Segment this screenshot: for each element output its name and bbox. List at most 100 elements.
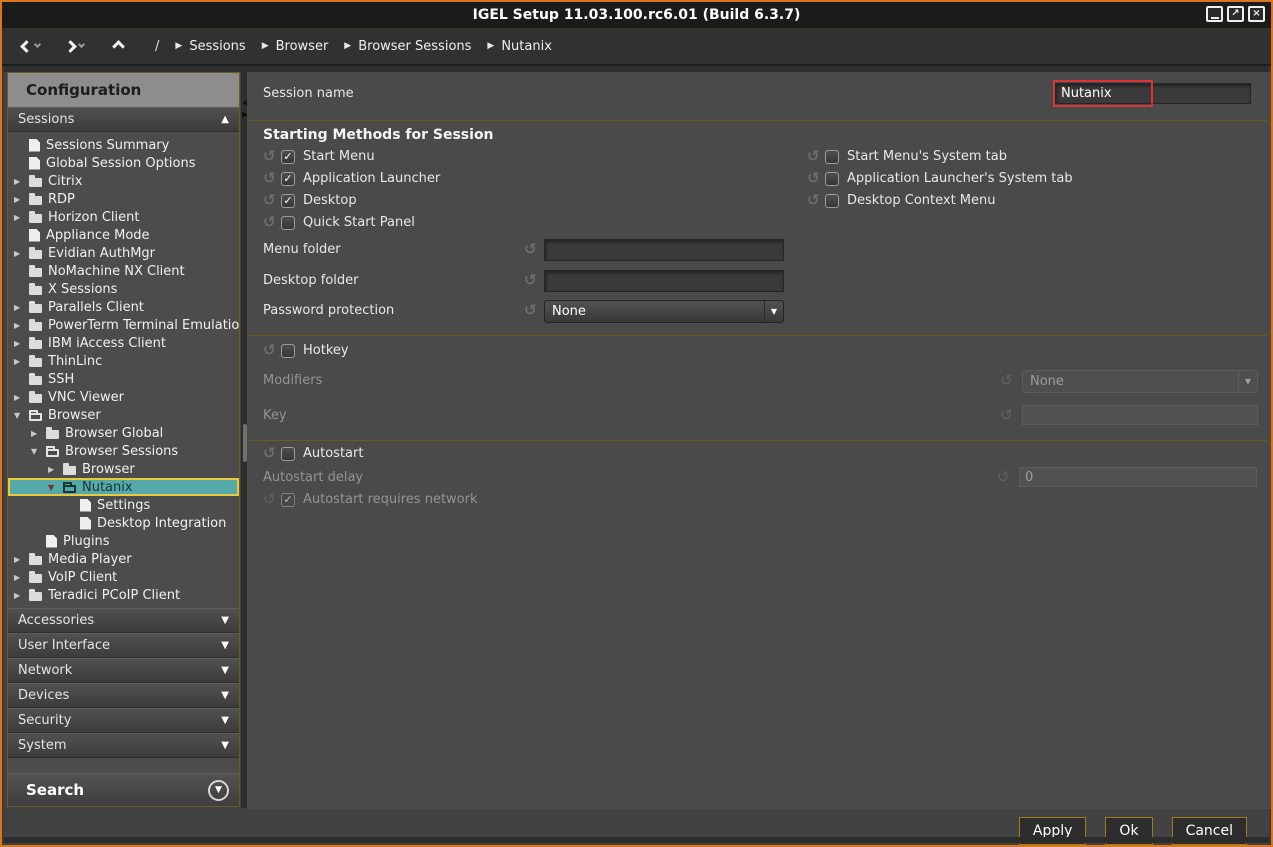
checkbox-label: Desktop Context Menu — [847, 193, 996, 208]
tree-item-label: SSH — [48, 372, 74, 387]
tree-item-global-session-options[interactable]: Global Session Options — [8, 154, 239, 172]
hotkey-checkbox[interactable] — [281, 344, 295, 358]
chevron-right-icon[interactable]: ▶ — [14, 177, 29, 186]
sidebar-sections: Accessories▼User Interface▼Network▼Devic… — [8, 608, 239, 758]
reset-icon[interactable]: ↺ — [524, 242, 542, 257]
desktop-checkbox[interactable]: ✓ — [281, 194, 295, 208]
section-label: Devices — [18, 688, 221, 703]
chevron-right-icon[interactable]: ▶ — [14, 339, 29, 348]
chevron-right-icon[interactable]: ▶ — [31, 429, 46, 438]
desktop-folder-input[interactable] — [544, 270, 784, 292]
tree-item-powerterm-terminal-emulation[interactable]: ▶PowerTerm Terminal Emulation — [8, 316, 239, 334]
chevron-right-icon[interactable]: ▶ — [14, 555, 29, 564]
reset-icon[interactable]: ↺ — [263, 171, 281, 186]
tree-item-settings[interactable]: Settings — [8, 496, 239, 514]
tree-item-horizon-client[interactable]: ▶Horizon Client — [8, 208, 239, 226]
reset-icon[interactable]: ↺ — [263, 343, 281, 358]
section-devices[interactable]: Devices▼ — [8, 683, 239, 708]
chevron-right-icon[interactable]: ▶ — [14, 573, 29, 582]
session-name-input[interactable] — [1055, 83, 1251, 104]
password-protection-dropdown[interactable]: None ▼ — [544, 300, 784, 323]
tree-item-teradici-pcoip-client[interactable]: ▶Teradici PCoIP Client — [8, 586, 239, 604]
section-accessories[interactable]: Accessories▼ — [8, 608, 239, 633]
menu-folder-input[interactable] — [544, 239, 784, 261]
search-expand-icon[interactable]: ▼ — [208, 780, 229, 801]
tree-item-media-player[interactable]: ▶Media Player — [8, 550, 239, 568]
chevron-right-icon[interactable]: ▶ — [14, 249, 29, 258]
tree-item-ibm-iaccess-client[interactable]: ▶IBM iAccess Client — [8, 334, 239, 352]
start-menu-checkbox[interactable]: ✓ — [281, 150, 295, 164]
reset-icon[interactable]: ↺ — [263, 193, 281, 208]
section-security[interactable]: Security▼ — [8, 708, 239, 733]
chevron-right-icon[interactable]: ▶ — [48, 465, 63, 474]
tree-item-sessions-summary[interactable]: Sessions Summary — [8, 136, 239, 154]
reset-icon[interactable]: ↺ — [263, 446, 281, 461]
application-launcher-s-system-tab-checkbox[interactable] — [825, 172, 839, 186]
chevron-right-icon[interactable]: ▶ — [14, 393, 29, 402]
tree-item-label: VNC Viewer — [48, 390, 124, 405]
chevron-down-icon[interactable]: ▼ — [31, 447, 46, 456]
tree-item-browser-global[interactable]: ▶Browser Global — [8, 424, 239, 442]
maximize-icon[interactable]: ↗ — [1227, 6, 1244, 22]
tree-item-browser-sessions[interactable]: ▼ Browser Sessions — [8, 442, 239, 460]
chevron-right-icon[interactable]: ▶ — [14, 321, 29, 330]
up-button[interactable] — [108, 38, 129, 55]
reset-icon[interactable]: ↺ — [807, 193, 825, 208]
breadcrumb-item-sessions[interactable]: ▶Sessions — [175, 39, 245, 54]
search-bar[interactable]: Search ▼ — [8, 773, 239, 806]
tree-item-voip-client[interactable]: ▶VoIP Client — [8, 568, 239, 586]
tree-item-ssh[interactable]: SSH — [8, 370, 239, 388]
start-menu-s-system-tab-checkbox[interactable] — [825, 150, 839, 164]
reset-icon[interactable]: ↺ — [807, 149, 825, 164]
breadcrumb-item-nutanix[interactable]: ▶Nutanix — [487, 39, 552, 54]
breadcrumb-item-browser-sessions[interactable]: ▶Browser Sessions — [344, 39, 471, 54]
tree-item-label: Browser Sessions — [65, 444, 178, 459]
breadcrumb-item-browser[interactable]: ▶Browser — [262, 39, 329, 54]
minimize-icon[interactable] — [1206, 6, 1223, 22]
tree-item-browser[interactable]: ▶Browser — [8, 460, 239, 478]
reset-icon[interactable]: ↺ — [263, 215, 281, 230]
reset-icon[interactable]: ↺ — [524, 303, 542, 318]
section-label: Network — [18, 663, 221, 678]
breadcrumb-item-label: Browser Sessions — [358, 39, 471, 54]
chevron-down-icon[interactable]: ▼ — [14, 411, 29, 420]
chevron-right-icon[interactable]: ▶ — [14, 195, 29, 204]
tree-item-citrix[interactable]: ▶Citrix — [8, 172, 239, 190]
back-button[interactable] — [16, 38, 46, 55]
quick-start-panel-checkbox[interactable] — [281, 216, 295, 230]
chevron-right-icon[interactable]: ▶ — [14, 213, 29, 222]
tree-item-appliance-mode[interactable]: Appliance Mode — [8, 226, 239, 244]
autostart-checkbox[interactable] — [281, 447, 295, 461]
close-icon[interactable]: × — [1248, 6, 1265, 22]
chevron-right-icon[interactable]: ▶ — [14, 357, 29, 366]
chevron-right-icon[interactable]: ▶ — [14, 303, 29, 312]
application-launcher-checkbox[interactable]: ✓ — [281, 172, 295, 186]
tree-item-desktop-integration[interactable]: Desktop Integration — [8, 514, 239, 532]
tree-item-plugins[interactable]: Plugins — [8, 532, 239, 550]
tree-item-browser[interactable]: ▼Browser — [8, 406, 239, 424]
section-user-interface[interactable]: User Interface▼ — [8, 633, 239, 658]
reset-icon[interactable]: ↺ — [263, 149, 281, 164]
section-network[interactable]: Network▼ — [8, 658, 239, 683]
tree-item-x-sessions[interactable]: X Sessions — [8, 280, 239, 298]
chevron-left-icon — [20, 40, 33, 53]
desktop-context-menu-checkbox[interactable] — [825, 194, 839, 208]
separator — [249, 120, 1267, 121]
dropdown-arrow-icon[interactable]: ▼ — [764, 301, 783, 322]
checkbox-label: Quick Start Panel — [303, 215, 415, 230]
autostart-delay-input — [1019, 467, 1257, 487]
chevron-right-icon[interactable]: ▶ — [14, 591, 29, 600]
section-system[interactable]: System▼ — [8, 733, 239, 758]
tree-item-vnc-viewer[interactable]: ▶ VNC Viewer — [8, 388, 239, 406]
tree-item-rdp[interactable]: ▶RDP — [8, 190, 239, 208]
chevron-down-icon[interactable]: ▼ — [48, 483, 63, 492]
reset-icon[interactable]: ↺ — [524, 273, 542, 288]
forward-button[interactable] — [60, 38, 90, 55]
tree-item-nomachine-nx-client[interactable]: NoMachine NX Client — [8, 262, 239, 280]
tree-item-parallels-client[interactable]: ▶Parallels Client — [8, 298, 239, 316]
section-sessions[interactable]: Sessions ▲ — [8, 107, 239, 132]
tree-item-evidian-authmgr[interactable]: ▶Evidian AuthMgr — [8, 244, 239, 262]
reset-icon[interactable]: ↺ — [807, 171, 825, 186]
tree-item-nutanix[interactable]: ▼Nutanix — [8, 478, 239, 496]
tree-item-thinlinc[interactable]: ▶ThinLinc — [8, 352, 239, 370]
